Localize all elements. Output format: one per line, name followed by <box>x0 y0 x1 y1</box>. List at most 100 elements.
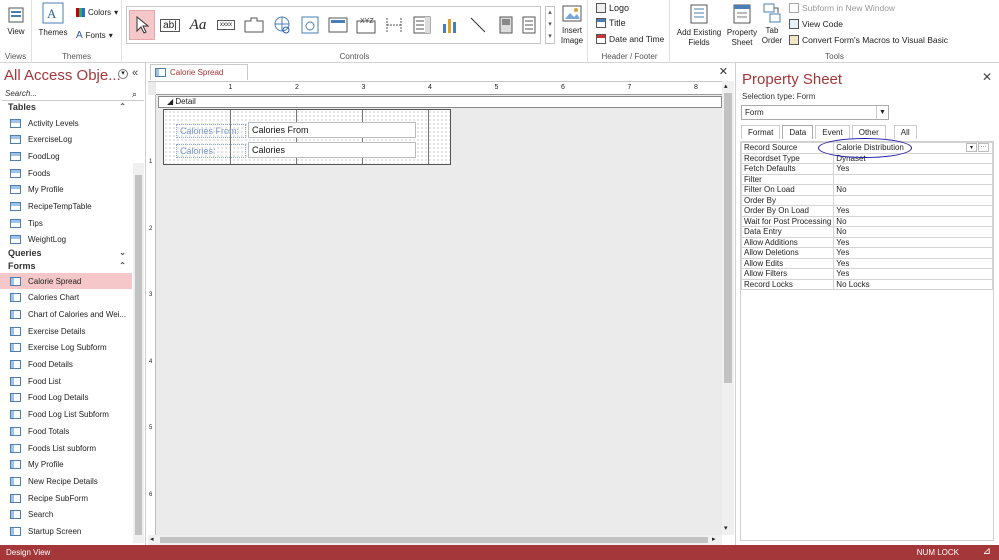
calories-from-label[interactable]: Calories From: <box>176 124 246 138</box>
detail-section-grid[interactable]: Calories From: Calories From Calories: C… <box>163 109 451 165</box>
tab-event[interactable]: Event <box>815 125 850 139</box>
property-value[interactable]: Yes <box>833 257 993 269</box>
nav-menu-icon[interactable]: ▾ <box>118 69 128 79</box>
textbox-control-icon[interactable]: ab| <box>157 10 183 40</box>
nav-form-item[interactable]: Food Totals <box>0 423 132 439</box>
nav-form-item[interactable]: Calories Chart <box>0 290 132 306</box>
nav-scrollbar[interactable] <box>133 163 144 543</box>
logo-button[interactable]: Logo <box>596 3 629 13</box>
property-row[interactable]: Wait for Post Processing No <box>740 215 993 227</box>
nav-table-item[interactable]: FoodLog <box>0 148 132 164</box>
calories-textbox[interactable]: Calories <box>248 142 416 158</box>
property-value[interactable]: No <box>833 184 993 196</box>
property-value[interactable]: No Locks <box>833 278 993 290</box>
nav-form-item[interactable]: Exercise Details <box>0 323 132 339</box>
web-browser-control-icon[interactable] <box>297 10 323 40</box>
nav-table-item[interactable]: Tips <box>0 215 132 231</box>
select-pointer-icon[interactable] <box>129 10 155 40</box>
nav-form-item[interactable]: Recipe SubForm <box>0 490 132 506</box>
nav-form-item[interactable]: Startup Screen <box>0 524 132 540</box>
builder-ellipsis-button[interactable]: ··· <box>978 143 989 152</box>
close-icon[interactable]: ✕ <box>982 70 992 84</box>
selection-dropdown[interactable]: Form ▼ <box>741 105 889 120</box>
toggle-button-control-icon[interactable] <box>493 10 519 40</box>
nav-form-item[interactable]: Calorie Spread <box>0 273 132 289</box>
canvas-vertical-scrollbar[interactable]: ▴ ▾ <box>722 81 734 535</box>
property-row[interactable]: Allow Deletions Yes <box>740 247 993 259</box>
tab-format[interactable]: Format <box>741 125 781 139</box>
chevron-down-icon[interactable]: ▼ <box>876 106 888 119</box>
nav-table-item[interactable]: Foods <box>0 165 132 181</box>
nav-form-item[interactable]: Exercise Log Subform <box>0 340 132 356</box>
property-sheet-button[interactable]: Property Sheet <box>724 4 760 48</box>
nav-form-item[interactable]: Chart of Calories and Wei... <box>0 306 132 322</box>
canvas-horizontal-scrollbar[interactable]: ◂ ▸ <box>148 535 722 545</box>
document-tab[interactable]: Calorie Spread <box>150 64 248 80</box>
scroll-thumb[interactable] <box>724 93 732 383</box>
label-control-icon[interactable]: Aa <box>185 10 211 40</box>
property-row[interactable]: Filter <box>740 173 993 185</box>
scroll-down-icon[interactable]: ▾ <box>724 524 728 532</box>
add-existing-fields-button[interactable]: Add Existing Fields <box>674 4 724 48</box>
view-code-button[interactable]: View Code <box>789 19 843 29</box>
property-value[interactable]: Yes <box>833 205 993 217</box>
property-value[interactable]: No <box>833 215 993 227</box>
nav-table-item[interactable]: My Profile <box>0 182 132 198</box>
property-row[interactable]: Record Locks No Locks <box>740 278 993 290</box>
scroll-thumb[interactable] <box>160 537 708 543</box>
date-time-button[interactable]: Date and Time <box>596 34 664 44</box>
subform-new-window-button[interactable]: Subform in New Window <box>789 3 895 13</box>
scroll-left-icon[interactable]: ◂ <box>150 535 154 543</box>
detail-section-bar[interactable]: ◢ Detail <box>158 96 722 108</box>
fonts-button[interactable]: A Fonts ▾ <box>76 30 113 41</box>
property-row[interactable]: Data Entry No <box>740 226 993 238</box>
property-row[interactable]: Order By On Load Yes <box>740 205 993 217</box>
nav-table-item[interactable]: ExerciseLog <box>0 132 132 148</box>
property-row[interactable]: Fetch Defaults Yes <box>740 163 993 175</box>
nav-form-item[interactable]: Food Log List Subform <box>0 407 132 423</box>
option-group-control-icon[interactable]: XYZ <box>353 10 379 40</box>
themes-button[interactable]: A Themes <box>37 2 69 38</box>
property-row[interactable]: Order By <box>740 194 993 206</box>
list-box-control-icon[interactable] <box>521 10 537 40</box>
tab-data[interactable]: Data <box>782 125 814 139</box>
nav-group-queries[interactable]: Queries ⌄ <box>0 248 132 261</box>
property-row[interactable]: Allow Additions Yes <box>740 236 993 248</box>
nav-form-item[interactable]: Search <box>0 507 132 523</box>
nav-form-item[interactable]: Food Log Details <box>0 390 132 406</box>
property-value[interactable]: No <box>833 226 993 238</box>
calories-from-textbox[interactable]: Calories From <box>248 122 416 138</box>
close-document-icon[interactable]: ✕ <box>719 65 728 78</box>
chevron-down-icon[interactable]: ▾ <box>966 143 977 152</box>
nav-table-item[interactable]: WeightLog <box>0 232 132 248</box>
property-row[interactable]: Allow Filters Yes <box>740 268 993 280</box>
view-button[interactable]: View <box>4 6 28 37</box>
property-row[interactable]: Filter On Load No <box>740 184 993 196</box>
tab-control-icon[interactable] <box>241 10 267 40</box>
nav-group-tables[interactable]: Tables ⌃ <box>0 102 132 115</box>
navigation-control-icon[interactable] <box>325 10 351 40</box>
design-view-icon[interactable]: ⊿ <box>983 546 991 557</box>
nav-search-input[interactable]: Search... <box>2 87 144 101</box>
combo-box-control-icon[interactable] <box>409 10 435 40</box>
nav-table-item[interactable]: Activity Levels <box>0 115 132 131</box>
nav-form-item[interactable]: Foods List subform <box>0 440 132 456</box>
nav-form-item[interactable]: Food List <box>0 373 132 389</box>
property-row[interactable]: Allow Edits Yes <box>740 257 993 269</box>
search-icon[interactable]: ⌕ <box>132 89 137 100</box>
property-value[interactable]: Yes <box>833 163 993 175</box>
property-value[interactable] <box>833 194 993 206</box>
nav-title[interactable]: All Access Obje... <box>4 67 121 84</box>
tab-all[interactable]: All <box>893 125 917 139</box>
page-break-control-icon[interactable] <box>381 10 407 40</box>
tab-other[interactable]: Other <box>851 125 886 139</box>
scroll-right-icon[interactable]: ▸ <box>712 535 716 543</box>
scroll-thumb[interactable] <box>135 175 142 535</box>
nav-form-item[interactable]: My Profile <box>0 457 132 473</box>
title-button[interactable]: Title <box>596 18 626 28</box>
hyperlink-control-icon[interactable] <box>269 10 295 40</box>
line-control-icon[interactable] <box>465 10 491 40</box>
collapse-pane-icon[interactable]: « <box>132 67 138 79</box>
property-value[interactable] <box>833 173 993 185</box>
tab-order-button[interactable]: Tab Order <box>760 2 784 46</box>
